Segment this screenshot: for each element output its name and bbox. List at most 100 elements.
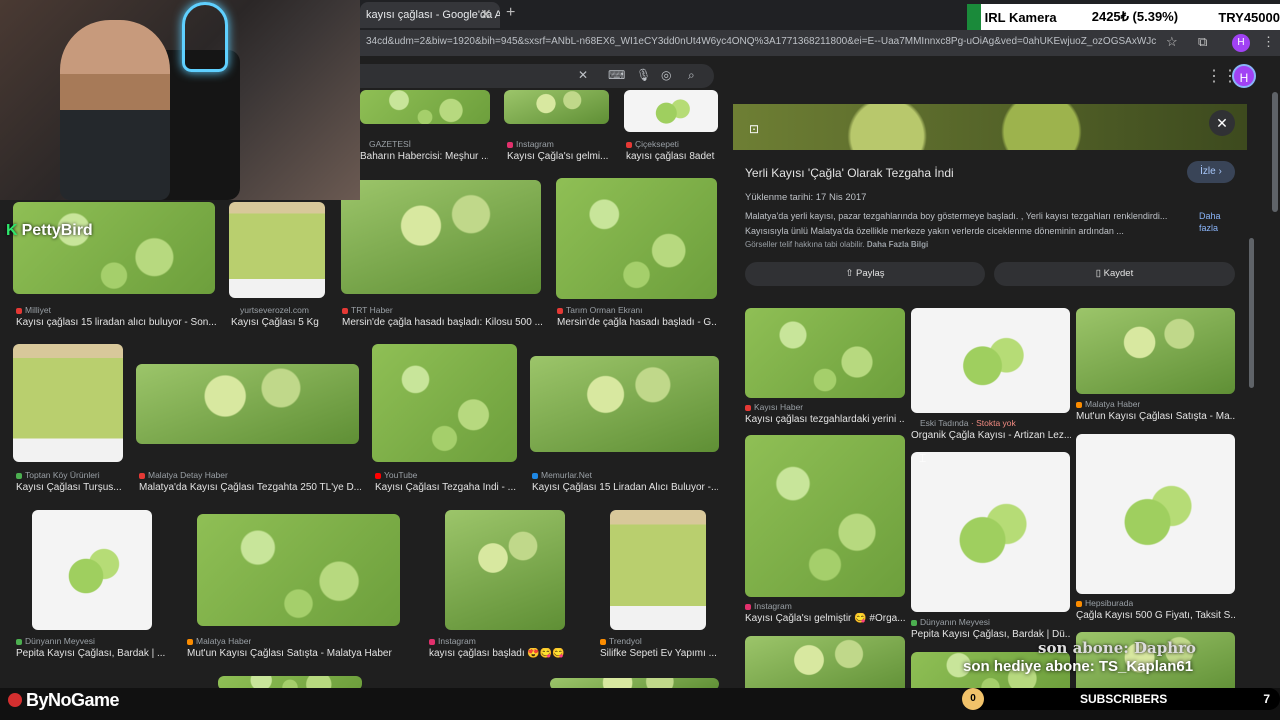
related-image[interactable] (745, 636, 905, 694)
result-image[interactable] (556, 178, 717, 299)
result-image[interactable] (13, 344, 123, 462)
result-title[interactable]: Mersin'de çağla hasadı başladı: Kilosu 5… (342, 317, 542, 328)
result-title[interactable]: Kayısı Çağla'sı gelmi... (507, 151, 611, 162)
result-image[interactable] (341, 180, 541, 294)
result-image[interactable] (197, 514, 400, 626)
search-icon[interactable]: ⌕ (688, 68, 695, 83)
source-favicon-icon (16, 472, 22, 479)
result-source: Malatya Detay Haber (139, 470, 228, 480)
page-scrollbar[interactable] (1272, 92, 1278, 212)
share-button[interactable]: ⇧ Paylaş (745, 262, 985, 286)
related-image[interactable] (1076, 434, 1235, 594)
source-favicon-icon (1076, 401, 1082, 408)
tab-close-icon[interactable]: ✕ (480, 6, 492, 23)
tab-active[interactable]: kayısı çağlası - Google'da Ara (360, 2, 500, 28)
source-favicon-icon (745, 404, 751, 411)
kick-logo-icon: K (6, 222, 18, 239)
result-title[interactable]: Kayısı Çağlası 15 Liradan Alıcı Buluyor … (532, 482, 718, 493)
result-source: Tarım Orman Ekranı (557, 305, 643, 315)
related-title[interactable]: Kayısı Çağla'sı gelmiştir 😋 #Orga... (745, 613, 905, 624)
source-favicon-icon (187, 638, 193, 645)
ticker-name: IRL Kamera (984, 9, 1057, 25)
result-title[interactable]: Mersin'de çağla hasadı başladı - G... (557, 317, 717, 328)
source-favicon-icon (342, 307, 348, 314)
related-source: Hepsiburada (1076, 598, 1133, 608)
result-title[interactable]: Baharın Habercisi: Meşhur ... (360, 151, 488, 162)
result-title[interactable]: Mut'un Kayısı Çağlası Satışta - Malatya … (187, 648, 417, 659)
result-source: Malatya Haber (187, 636, 251, 646)
watch-button[interactable]: İzle › (1187, 161, 1235, 183)
result-title[interactable]: Kayısı Çağlası Tezgaha İndi - ... (375, 482, 520, 493)
result-image[interactable] (445, 510, 565, 630)
preview-title[interactable]: Yerli Kayısı 'Çağla' Olarak Tezgaha İndi (745, 166, 954, 180)
related-title[interactable]: Kayısı çağlası tezgahlardaki yerini ... (745, 414, 905, 425)
ticker-accent (967, 4, 981, 30)
neon-sign-icon (182, 2, 228, 72)
result-source: Instagram (429, 636, 476, 646)
bookmark-star-icon[interactable]: ☆ (1166, 34, 1178, 50)
preview-image[interactable] (733, 104, 1247, 150)
related-image[interactable] (911, 308, 1070, 413)
image-preview-panel: ⊡ ✕ Yerli Kayısı 'Çağla' Olarak Tezgaha … (733, 104, 1249, 694)
url-text[interactable]: 34cd&udm=2&biw=1920&bih=945&sxsrf=ANbL-n… (366, 36, 1156, 47)
browser-menu-icon[interactable]: ⋮ (1262, 34, 1275, 50)
related-source: Dünyanın Meyvesi (911, 617, 990, 627)
result-title[interactable]: Silifke Sepeti Ev Yapımı ... (600, 648, 718, 659)
save-button[interactable]: ▯ Kaydet (994, 262, 1235, 286)
result-title[interactable]: Kayısı çağlası 15 liradan alıcı buluyor … (16, 317, 216, 328)
result-image[interactable] (229, 202, 325, 298)
brand-logo: ByNoGame (8, 690, 120, 711)
streamer-tag: K PettyBird (6, 222, 93, 239)
result-source: YouTube (375, 470, 417, 480)
result-image[interactable] (530, 356, 719, 452)
result-title[interactable]: Malatya'da Kayısı Çağlası Tezgahta 250 T… (139, 482, 361, 493)
related-title[interactable]: Çağla Kayısı 500 G Fiyatı, Taksit S... (1076, 610, 1236, 621)
result-image[interactable] (610, 510, 706, 630)
source-favicon-icon (16, 307, 22, 314)
lens-search-icon[interactable]: ⊡ (749, 122, 759, 136)
result-title[interactable]: Pepita Kayısı Çağlası, Bardak | ... (16, 648, 166, 659)
result-source: Dünyanın Meyvesi (16, 636, 95, 646)
related-image[interactable] (745, 308, 905, 398)
result-image[interactable] (360, 90, 490, 124)
more-link[interactable]: Daha fazla (1199, 210, 1235, 234)
extensions-icon[interactable]: ⧉ (1198, 34, 1207, 50)
preview-description: Malatya'da yerli kayısı, pazar tezgahlar… (745, 211, 1168, 221)
learn-more-link[interactable]: Daha Fazla Bilgi (867, 240, 928, 249)
preview-description: Kayısısıyla ünlü Malatya'da özellikle me… (745, 226, 1124, 236)
source-favicon-icon (911, 619, 917, 626)
related-title[interactable]: Mut'un Kayısı Çağlası Satışta - Ma... (1076, 411, 1236, 422)
related-image[interactable] (911, 452, 1070, 612)
new-tab-icon[interactable]: + (506, 4, 515, 22)
result-image[interactable] (32, 510, 152, 630)
ticker-price: 2425₺ (5.39%) (1091, 9, 1179, 24)
result-image[interactable] (504, 90, 609, 124)
result-source: Instagram (507, 139, 554, 149)
close-icon[interactable]: ✕ (1209, 110, 1235, 136)
related-image[interactable] (1076, 308, 1235, 394)
result-title[interactable]: Kayısı Çağlası Turşus... (16, 482, 126, 493)
related-source: Eski Tadında · Stokta yok (911, 418, 1016, 428)
result-title[interactable]: kayısı çağlası başladı 😍😋😋 (429, 648, 589, 659)
result-image[interactable] (13, 202, 215, 294)
result-title[interactable]: Kayısı Çağlası 5 Kg (231, 317, 331, 328)
result-title[interactable]: kayısı çağlası 8adet (626, 151, 720, 162)
related-source: Malatya Haber (1076, 399, 1140, 409)
result-image[interactable] (136, 364, 359, 444)
keyboard-icon[interactable]: ⌨ (608, 68, 625, 82)
profile-avatar[interactable]: H (1232, 34, 1250, 52)
related-title[interactable]: Organik Çağla Kayısı - Artizan Lez... (911, 430, 1071, 441)
source-favicon-icon (626, 141, 632, 148)
lens-icon[interactable]: ◎ (661, 68, 671, 82)
microphone-icon[interactable]: 🎙 (636, 68, 651, 82)
result-source: yurtseverozel.com (231, 305, 309, 315)
streamer (60, 20, 170, 200)
panel-scrollbar[interactable] (1249, 238, 1254, 388)
result-image[interactable] (624, 90, 718, 132)
result-image[interactable] (372, 344, 517, 462)
clear-search-icon[interactable]: ✕ (578, 68, 588, 82)
account-avatar[interactable]: H (1232, 64, 1256, 88)
related-image[interactable] (745, 435, 905, 597)
mouse-cursor-icon: ⌶ (919, 451, 927, 465)
subscriber-goal-bar: 0 SUBSCRIBERS 7 (962, 688, 1280, 710)
